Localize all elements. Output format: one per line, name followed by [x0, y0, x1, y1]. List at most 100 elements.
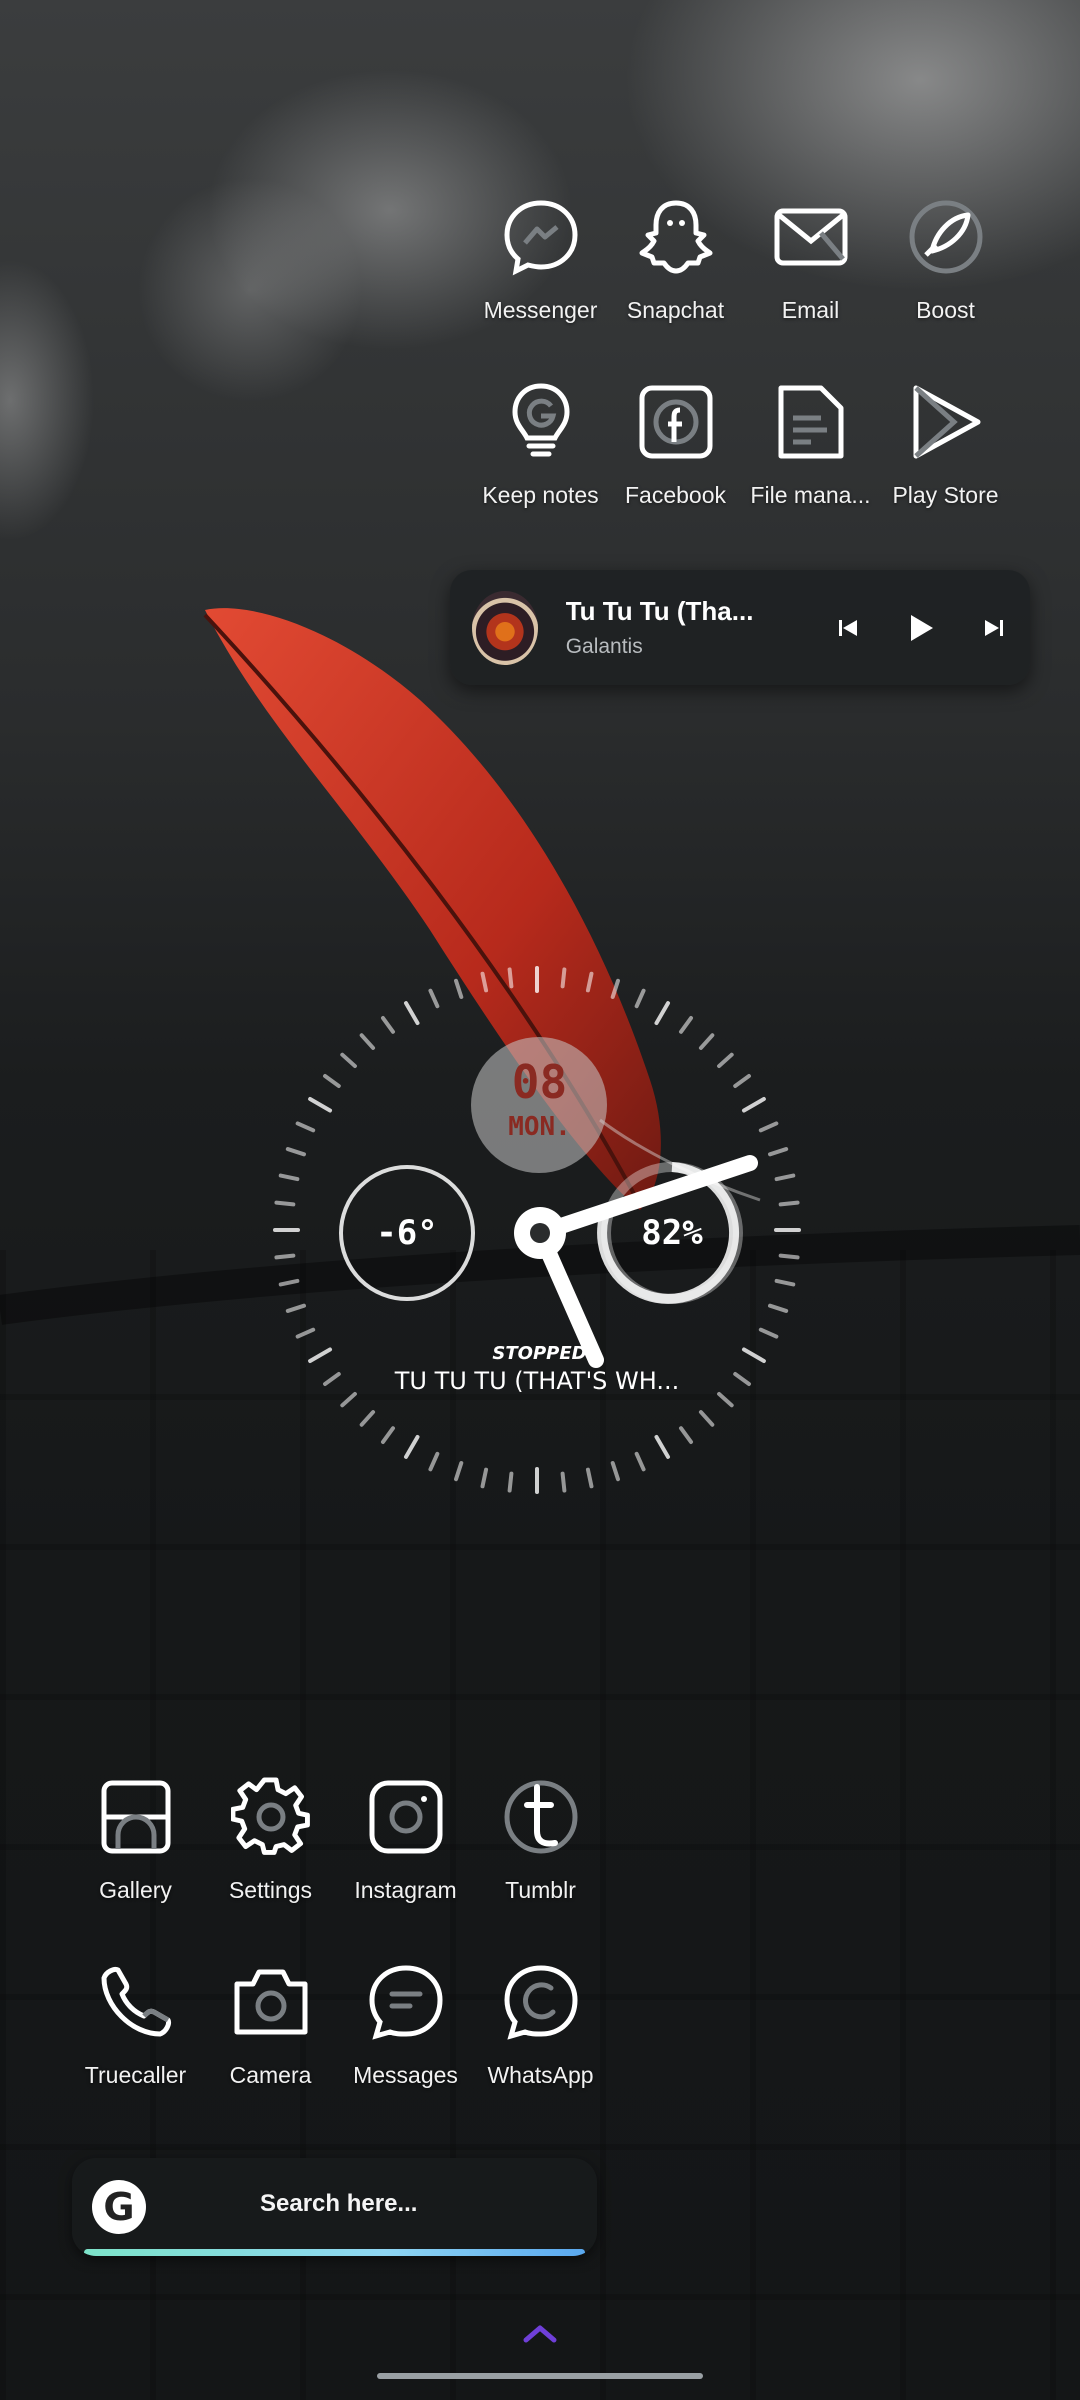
- clock-tick: [717, 1391, 734, 1408]
- clock-tick: [698, 1033, 715, 1050]
- app-label: Instagram: [354, 1877, 457, 1903]
- clock-tick: [480, 1467, 489, 1489]
- battery-text: 82%: [641, 1213, 703, 1253]
- clock-tick: [610, 978, 620, 999]
- clock-tick: [274, 1253, 296, 1260]
- previous-icon[interactable]: [811, 616, 884, 640]
- rocket-icon: [904, 195, 988, 279]
- app-camera[interactable]: Camera: [203, 1960, 338, 2089]
- messages-icon: [364, 1960, 448, 2044]
- clock-tick: [654, 1434, 670, 1459]
- whatsapp-icon: [499, 1960, 583, 2044]
- app-gallery[interactable]: Gallery: [68, 1775, 203, 1904]
- clock-tick: [634, 988, 646, 1009]
- clock-tick: [778, 1200, 800, 1207]
- clock-tick: [768, 1147, 789, 1157]
- clock-tick: [404, 1001, 420, 1026]
- playback-status: STOPPED: [492, 1343, 587, 1364]
- track-info: Tu Tu Tu (Tha... Galantis: [566, 596, 761, 659]
- app-tumblr[interactable]: Tumblr: [473, 1775, 608, 1904]
- search-accent-bar: [84, 2249, 585, 2256]
- clock-tick: [634, 1451, 646, 1472]
- app-keep-notes[interactable]: Keep notes: [473, 380, 608, 509]
- google-logo-icon: G: [92, 2180, 146, 2234]
- temperature-text: -6°: [376, 1213, 438, 1253]
- messenger-icon: [499, 195, 583, 279]
- clock-tick: [323, 1372, 341, 1386]
- app-email[interactable]: Email: [743, 195, 878, 324]
- app-settings[interactable]: Settings: [203, 1775, 338, 1904]
- app-snapchat[interactable]: Snapchat: [608, 195, 743, 324]
- top-app-row-1: Messenger Snapchat Email Boost: [473, 195, 1013, 324]
- search-bar[interactable]: G Search here...: [72, 2158, 597, 2256]
- gear-icon: [229, 1775, 313, 1859]
- app-boost[interactable]: Boost: [878, 195, 1013, 324]
- app-label: Settings: [228, 1877, 313, 1903]
- app-label: Camera: [229, 2062, 312, 2088]
- clock-tick: [778, 1253, 800, 1260]
- chevron-up-icon[interactable]: [520, 2318, 560, 2346]
- clock-tick: [323, 1074, 341, 1088]
- gesture-nav-bar[interactable]: [377, 2373, 703, 2379]
- file-manager-icon: [769, 380, 853, 464]
- search-placeholder: Search here...: [260, 2190, 418, 2217]
- app-label: Play Store: [892, 482, 999, 508]
- play-icon[interactable]: [884, 613, 957, 643]
- app-label: Truecaller: [84, 2062, 187, 2088]
- app-instagram[interactable]: Instagram: [338, 1775, 473, 1904]
- clock-weekday: MON.: [508, 1112, 571, 1142]
- app-label: File mana...: [750, 482, 871, 508]
- clock-tick: [654, 1001, 670, 1026]
- clock-track-name: TU TU TU (THAT'S WH...: [394, 1367, 680, 1395]
- app-messenger[interactable]: Messenger: [473, 195, 608, 324]
- top-app-row-2: Keep notes Facebook File mana... Play St…: [473, 380, 1013, 509]
- clock-tick: [610, 1461, 620, 1482]
- clock-tick: [359, 1410, 376, 1427]
- clock-tick: [758, 1327, 779, 1339]
- app-label: Tumblr: [505, 1877, 576, 1903]
- camera-icon: [229, 1960, 313, 2044]
- clock-tick: [340, 1052, 357, 1069]
- app-label: Messenger: [483, 297, 598, 323]
- app-label: Keep notes: [482, 482, 599, 508]
- clock-tick: [308, 1347, 333, 1363]
- clock-tick: [359, 1033, 376, 1050]
- clock-tick: [741, 1347, 766, 1363]
- clock-tick: [428, 1451, 440, 1472]
- app-messages[interactable]: Messages: [338, 1960, 473, 2089]
- app-play-store[interactable]: Play Store: [878, 380, 1013, 509]
- app-label: Messages: [353, 2062, 458, 2088]
- clock-tick: [741, 1097, 766, 1113]
- clock-tick: [774, 1173, 796, 1182]
- app-truecaller[interactable]: Truecaller: [68, 1960, 203, 2089]
- bottom-app-row-2: Truecaller Camera Messages WhatsApp: [68, 1960, 608, 2089]
- album-art: [472, 590, 538, 665]
- clock-tick: [507, 1471, 514, 1493]
- clock-tick: [733, 1372, 751, 1386]
- clock-tick: [295, 1327, 316, 1339]
- play-store-icon: [904, 380, 988, 464]
- clock-tick: [585, 1467, 594, 1489]
- clock-tick: [454, 1461, 464, 1482]
- bottom-app-row-1: Gallery Settings Instagram Tumblr: [68, 1775, 608, 1904]
- clock-tick: [274, 1200, 296, 1207]
- email-icon: [769, 195, 853, 279]
- clock-tick: [340, 1391, 357, 1408]
- instagram-icon: [364, 1775, 448, 1859]
- clock-tick: [428, 988, 440, 1009]
- app-whatsapp[interactable]: WhatsApp: [473, 1960, 608, 2089]
- clock-tick: [278, 1278, 300, 1287]
- clock-tick: [454, 978, 464, 999]
- app-file-manager[interactable]: File mana...: [743, 380, 878, 509]
- clock-widget[interactable]: 08 MON. -6° 82% STOPPED TU TU TU (THAT'S…: [262, 955, 812, 1505]
- next-icon[interactable]: [957, 616, 1030, 640]
- app-label: Snapchat: [626, 297, 725, 323]
- app-label: Boost: [916, 297, 975, 323]
- music-widget[interactable]: Tu Tu Tu (Tha... Galantis: [450, 570, 1030, 685]
- track-artist: Galantis: [565, 635, 643, 658]
- app-label: Facebook: [624, 482, 726, 508]
- app-facebook[interactable]: Facebook: [608, 380, 743, 509]
- tumblr-icon: [499, 1775, 583, 1859]
- app-label: WhatsApp: [487, 2062, 594, 2088]
- clock-tick: [285, 1303, 306, 1313]
